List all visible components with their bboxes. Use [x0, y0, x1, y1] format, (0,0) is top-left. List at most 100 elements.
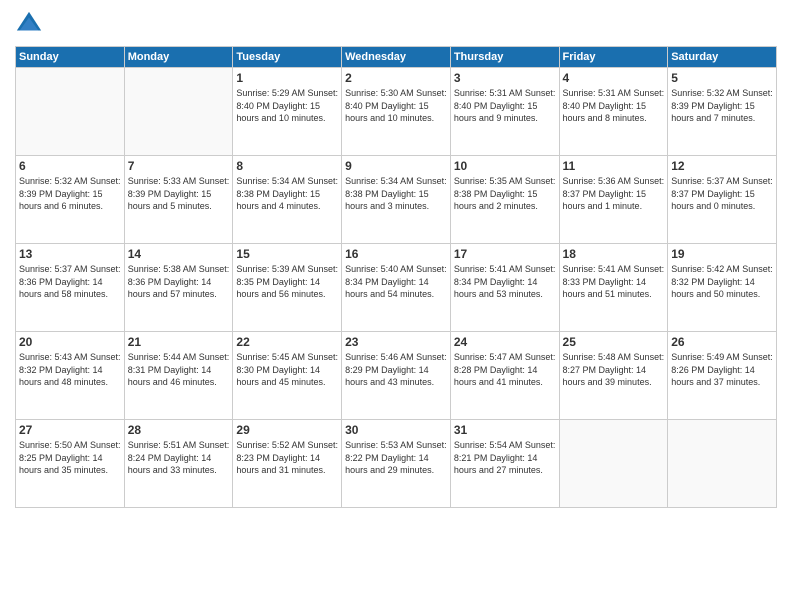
day-number: 6: [19, 159, 121, 173]
day-number: 8: [236, 159, 338, 173]
day-number: 24: [454, 335, 556, 349]
calendar-cell: 17 Sunrise: 5:41 AM Sunset: 8:34 PM Dayli…: [450, 244, 559, 332]
calendar-cell: 28 Sunrise: 5:51 AM Sunset: 8:24 PM Dayli…: [124, 420, 233, 508]
calendar-cell: 21 Sunrise: 5:44 AM Sunset: 8:31 PM Dayli…: [124, 332, 233, 420]
day-info: Sunrise: 5:45 AM Sunset: 8:30 PM Dayligh…: [236, 351, 338, 389]
day-number: 12: [671, 159, 773, 173]
day-info: Sunrise: 5:37 AM Sunset: 8:37 PM Dayligh…: [671, 175, 773, 213]
header-friday: Friday: [559, 47, 668, 68]
calendar-cell: 14Sunrise: 5:38 AM Sunset: 8:36 PM Dayli…: [124, 244, 233, 332]
page-header: [15, 10, 777, 38]
day-info: Sunrise: 5:37 AM Sunset: 8:36 PM Dayligh…: [19, 263, 121, 301]
day-info: Sunrise: 5:47 AM Sunset: 8:28 PM Dayligh…: [454, 351, 556, 389]
day-info: Sunrise: 5:39 AM Sunset: 8:35 PM Dayligh…: [236, 263, 338, 301]
day-info: Sunrise: 5:32 AM Sunset: 8:39 PM Dayligh…: [671, 87, 773, 125]
day-number: 28: [128, 423, 230, 437]
day-number: 13: [19, 247, 121, 261]
day-info: Sunrise: 5:29 AM Sunset: 8:40 PM Dayligh…: [236, 87, 338, 125]
day-number: 26: [671, 335, 773, 349]
day-info: Sunrise: 5:36 AM Sunset: 8:37 PM Dayligh…: [563, 175, 665, 213]
day-info: Sunrise: 5:41 AM Sunset: 8:33 PM Dayligh…: [563, 263, 665, 301]
day-info: Sunrise: 5:35 AM Sunset: 8:38 PM Dayligh…: [454, 175, 556, 213]
day-number: 7: [128, 159, 230, 173]
day-number: 2: [345, 71, 447, 85]
calendar-cell: 6 Sunrise: 5:32 AM Sunset: 8:39 PM Daylig…: [16, 156, 125, 244]
calendar-cell: 13 Sunrise: 5:37 AM Sunset: 8:36 PM Dayli…: [16, 244, 125, 332]
week-row-4: 20Sunrise: 5:43 AM Sunset: 8:32 PM Dayli…: [16, 332, 777, 420]
day-info: Sunrise: 5:40 AM Sunset: 8:34 PM Dayligh…: [345, 263, 447, 301]
day-info: Sunrise: 5:32 AM Sunset: 8:39 PM Dayligh…: [19, 175, 121, 213]
calendar-cell: 24 Sunrise: 5:47 AM Sunset: 8:28 PM Dayli…: [450, 332, 559, 420]
day-info: Sunrise: 5:50 AM Sunset: 8:25 PM Dayligh…: [19, 439, 121, 477]
day-number: 31: [454, 423, 556, 437]
calendar-cell: 8 Sunrise: 5:34 AM Sunset: 8:38 PM Daylig…: [233, 156, 342, 244]
day-number: 29: [236, 423, 338, 437]
day-info: Sunrise: 5:41 AM Sunset: 8:34 PM Dayligh…: [454, 263, 556, 301]
day-info: Sunrise: 5:34 AM Sunset: 8:38 PM Dayligh…: [345, 175, 447, 213]
calendar-cell: 2 Sunrise: 5:30 AM Sunset: 8:40 PM Daylig…: [342, 68, 451, 156]
day-info: Sunrise: 5:48 AM Sunset: 8:27 PM Dayligh…: [563, 351, 665, 389]
logo: [15, 10, 45, 38]
calendar-cell: 12 Sunrise: 5:37 AM Sunset: 8:37 PM Dayli…: [668, 156, 777, 244]
day-number: 19: [671, 247, 773, 261]
day-info: Sunrise: 5:49 AM Sunset: 8:26 PM Dayligh…: [671, 351, 773, 389]
calendar-cell: 19 Sunrise: 5:42 AM Sunset: 8:32 PM Dayli…: [668, 244, 777, 332]
day-number: 5: [671, 71, 773, 85]
day-number: 3: [454, 71, 556, 85]
header-monday: Monday: [124, 47, 233, 68]
day-number: 4: [563, 71, 665, 85]
day-info: Sunrise: 5:34 AM Sunset: 8:38 PM Dayligh…: [236, 175, 338, 213]
calendar-cell: [124, 68, 233, 156]
day-number: 30: [345, 423, 447, 437]
calendar-header-row: SundayMondayTuesdayWednesdayThursdayFrid…: [16, 47, 777, 68]
day-info: Sunrise: 5:52 AM Sunset: 8:23 PM Dayligh…: [236, 439, 338, 477]
calendar-cell: 16 Sunrise: 5:40 AM Sunset: 8:34 PM Dayli…: [342, 244, 451, 332]
calendar-cell: 4 Sunrise: 5:31 AM Sunset: 8:40 PM Daylig…: [559, 68, 668, 156]
day-info: Sunrise: 5:44 AM Sunset: 8:31 PM Dayligh…: [128, 351, 230, 389]
day-number: 14: [128, 247, 230, 261]
week-row-3: 13 Sunrise: 5:37 AM Sunset: 8:36 PM Dayli…: [16, 244, 777, 332]
calendar: SundayMondayTuesdayWednesdayThursdayFrid…: [15, 46, 777, 508]
calendar-cell: 3 Sunrise: 5:31 AM Sunset: 8:40 PM Daylig…: [450, 68, 559, 156]
logo-icon: [15, 10, 43, 38]
header-saturday: Saturday: [668, 47, 777, 68]
calendar-cell: 11 Sunrise: 5:36 AM Sunset: 8:37 PM Dayli…: [559, 156, 668, 244]
day-info: Sunrise: 5:43 AM Sunset: 8:32 PM Dayligh…: [19, 351, 121, 389]
day-number: 9: [345, 159, 447, 173]
day-info: Sunrise: 5:31 AM Sunset: 8:40 PM Dayligh…: [563, 87, 665, 125]
calendar-cell: 30 Sunrise: 5:53 AM Sunset: 8:22 PM Dayli…: [342, 420, 451, 508]
calendar-cell: 31Sunrise: 5:54 AM Sunset: 8:21 PM Dayli…: [450, 420, 559, 508]
calendar-cell: 1Sunrise: 5:29 AM Sunset: 8:40 PM Daylig…: [233, 68, 342, 156]
calendar-cell: [559, 420, 668, 508]
day-info: Sunrise: 5:42 AM Sunset: 8:32 PM Dayligh…: [671, 263, 773, 301]
calendar-cell: 29 Sunrise: 5:52 AM Sunset: 8:23 PM Dayli…: [233, 420, 342, 508]
day-number: 11: [563, 159, 665, 173]
calendar-cell: 7 Sunrise: 5:33 AM Sunset: 8:39 PM Daylig…: [124, 156, 233, 244]
header-thursday: Thursday: [450, 47, 559, 68]
calendar-cell: 5 Sunrise: 5:32 AM Sunset: 8:39 PM Daylig…: [668, 68, 777, 156]
calendar-cell: [668, 420, 777, 508]
day-info: Sunrise: 5:51 AM Sunset: 8:24 PM Dayligh…: [128, 439, 230, 477]
day-info: Sunrise: 5:46 AM Sunset: 8:29 PM Dayligh…: [345, 351, 447, 389]
day-number: 16: [345, 247, 447, 261]
day-number: 27: [19, 423, 121, 437]
day-number: 17: [454, 247, 556, 261]
calendar-cell: 23 Sunrise: 5:46 AM Sunset: 8:29 PM Dayli…: [342, 332, 451, 420]
day-number: 22: [236, 335, 338, 349]
day-number: 18: [563, 247, 665, 261]
week-row-1: 1Sunrise: 5:29 AM Sunset: 8:40 PM Daylig…: [16, 68, 777, 156]
day-info: Sunrise: 5:30 AM Sunset: 8:40 PM Dayligh…: [345, 87, 447, 125]
day-info: Sunrise: 5:53 AM Sunset: 8:22 PM Dayligh…: [345, 439, 447, 477]
calendar-cell: 25 Sunrise: 5:48 AM Sunset: 8:27 PM Dayli…: [559, 332, 668, 420]
calendar-cell: [16, 68, 125, 156]
week-row-2: 6 Sunrise: 5:32 AM Sunset: 8:39 PM Daylig…: [16, 156, 777, 244]
day-number: 21: [128, 335, 230, 349]
header-tuesday: Tuesday: [233, 47, 342, 68]
day-number: 10: [454, 159, 556, 173]
calendar-cell: 15Sunrise: 5:39 AM Sunset: 8:35 PM Dayli…: [233, 244, 342, 332]
day-number: 23: [345, 335, 447, 349]
week-row-5: 27 Sunrise: 5:50 AM Sunset: 8:25 PM Dayli…: [16, 420, 777, 508]
day-info: Sunrise: 5:31 AM Sunset: 8:40 PM Dayligh…: [454, 87, 556, 125]
day-number: 25: [563, 335, 665, 349]
day-info: Sunrise: 5:33 AM Sunset: 8:39 PM Dayligh…: [128, 175, 230, 213]
